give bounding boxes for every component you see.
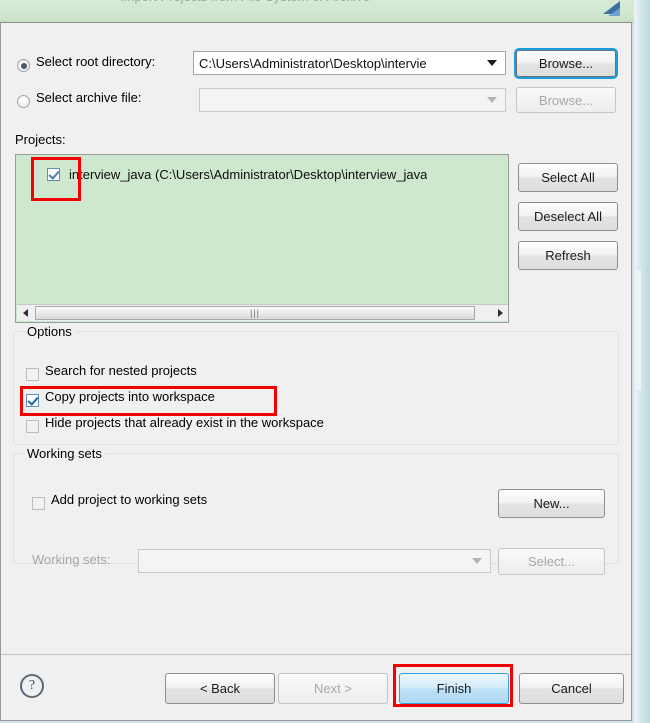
list-item[interactable]: interview_java (C:\Users\Administrator\D… (16, 163, 508, 185)
project-label: interview_java (C:\Users\Administrator\D… (69, 166, 428, 182)
add-project-to-working-sets-checkbox[interactable] (32, 497, 45, 510)
copy-projects-label: Copy projects into workspace (45, 389, 215, 404)
working-sets-legend: Working sets (23, 446, 106, 461)
strip-sheen (637, 270, 641, 390)
select-root-directory-radio[interactable] (17, 59, 30, 72)
desktop-right-strip (634, 0, 650, 723)
import-arrow-icon-highlight (608, 8, 620, 16)
footer-separator (1, 654, 631, 655)
search-nested-projects-checkbox[interactable] (26, 368, 39, 381)
next-button: Next > (278, 673, 388, 704)
scroll-left-arrow-icon[interactable] (17, 305, 34, 321)
chevron-down-icon-disabled (472, 558, 482, 564)
deselect-all-button[interactable]: Deselect All (518, 202, 618, 231)
root-directory-value: C:\Users\Administrator\Desktop\intervie (199, 55, 427, 71)
cancel-button[interactable]: Cancel (519, 673, 624, 704)
new-working-set-button[interactable]: New... (498, 489, 605, 518)
root-directory-combo[interactable]: C:\Users\Administrator\Desktop\intervie (193, 51, 506, 75)
screen: Import Projects from File System or Arch… (0, 0, 650, 723)
back-button[interactable]: < Back (165, 673, 275, 704)
hide-existing-projects-label: Hide projects that already exist in the … (45, 415, 324, 430)
select-archive-file-label: Select archive file: (36, 90, 142, 105)
options-legend: Options (23, 324, 76, 339)
project-checkbox[interactable] (47, 167, 60, 181)
select-all-button[interactable]: Select All (518, 163, 618, 192)
copy-projects-checkbox[interactable] (26, 394, 39, 407)
import-projects-dialog: Select root directory: C:\Users\Administ… (0, 22, 632, 721)
hscroll-thumb[interactable]: ||| (35, 306, 475, 320)
chevron-down-icon[interactable] (487, 60, 497, 66)
add-project-to-working-sets-label: Add project to working sets (51, 492, 208, 507)
dialog-title-strip: Import Projects from File System or Arch… (0, 0, 634, 23)
working-sets-combo (138, 549, 491, 573)
search-nested-projects-label: Search for nested projects (45, 363, 197, 378)
archive-browse-button: Browse... (516, 87, 616, 113)
chevron-down-icon-disabled (487, 97, 497, 103)
working-sets-field-label: Working sets: (32, 552, 111, 567)
help-question-icon[interactable]: ? (20, 674, 44, 698)
select-archive-file-radio[interactable] (17, 95, 30, 108)
projects-heading: Projects: (15, 132, 66, 147)
select-working-set-button: Select... (498, 548, 605, 575)
dialog-title-ghost-text: Import Projects from File System or Arch… (120, 0, 370, 4)
projects-hscrollbar[interactable]: ||| (17, 304, 508, 321)
hscroll-grip: ||| (249, 308, 260, 318)
archive-file-combo (199, 88, 506, 112)
projects-listbox[interactable]: interview_java (C:\Users\Administrator\D… (15, 154, 509, 323)
scroll-right-arrow-icon[interactable] (492, 305, 508, 321)
root-browse-button[interactable]: Browse... (516, 50, 616, 77)
finish-button[interactable]: Finish (399, 673, 509, 704)
hide-existing-projects-checkbox[interactable] (26, 420, 39, 433)
select-root-directory-label: Select root directory: (36, 54, 156, 69)
refresh-button[interactable]: Refresh (518, 241, 618, 270)
